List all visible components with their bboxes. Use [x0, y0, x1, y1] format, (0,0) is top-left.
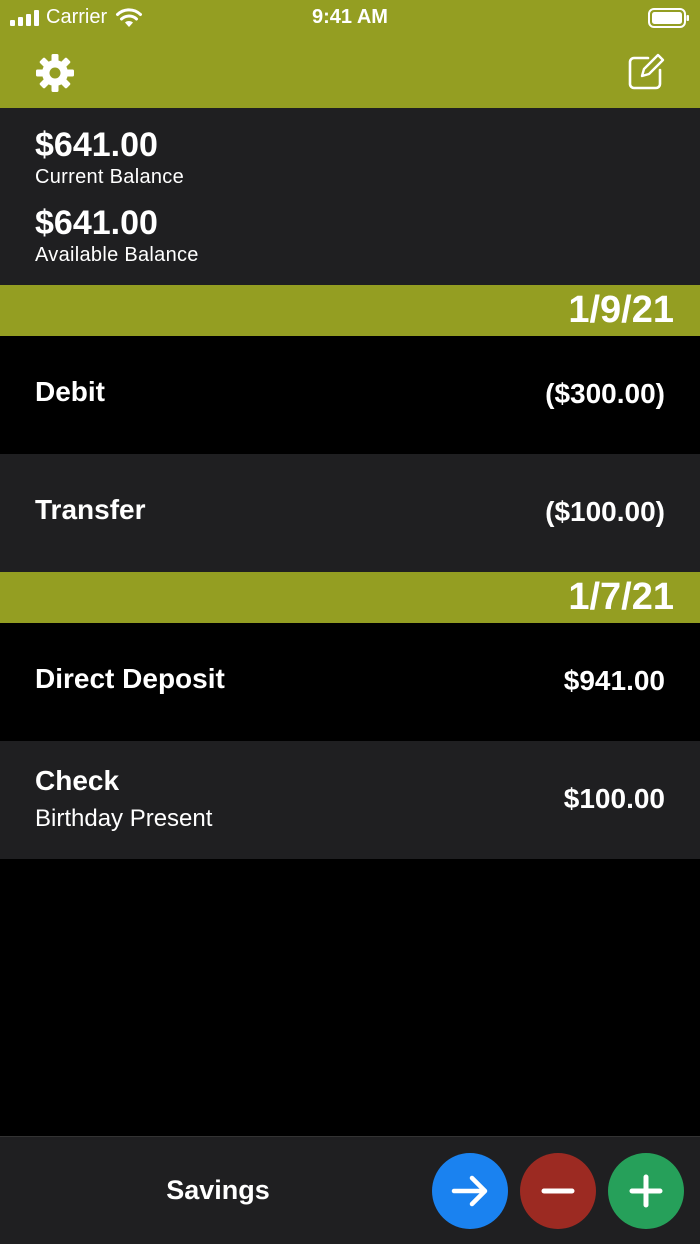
- transaction-amount: $100.00: [563, 783, 665, 814]
- transaction-title: Debit: [35, 376, 105, 407]
- navigation-bar: [0, 36, 700, 108]
- status-time: 9:41 AM: [312, 6, 388, 28]
- transaction-title: Transfer: [35, 494, 146, 525]
- transaction-memo: Birthday Present: [35, 805, 213, 832]
- transaction-title: Direct Deposit: [35, 663, 225, 694]
- add-credit-button[interactable]: [608, 1153, 684, 1229]
- transaction-row[interactable]: Check Birthday Present $100.00: [0, 741, 700, 859]
- transaction-amount: ($100.00): [545, 496, 665, 527]
- gear-icon[interactable]: [34, 52, 76, 94]
- section-date-header: 1/9/21: [0, 285, 700, 336]
- transaction-row[interactable]: Direct Deposit $941.00: [0, 623, 700, 741]
- arrow-right-icon: [451, 1175, 488, 1207]
- section-date-header: 1/7/21: [0, 572, 700, 623]
- available-balance-label: Available Balance: [35, 244, 199, 266]
- transaction-row[interactable]: Debit ($300.00): [0, 336, 700, 454]
- current-balance-amount: $641.00: [35, 126, 158, 164]
- current-balance-label: Current Balance: [35, 166, 185, 188]
- battery-icon: [648, 8, 689, 28]
- add-debit-button[interactable]: [520, 1153, 596, 1229]
- transaction-row[interactable]: Transfer ($100.00): [0, 454, 700, 572]
- transfer-button[interactable]: [432, 1153, 508, 1229]
- minus-icon: [541, 1188, 575, 1194]
- available-balance-amount: $641.00: [35, 204, 158, 242]
- section-date: 1/9/21: [568, 289, 674, 331]
- plus-icon: [629, 1174, 663, 1208]
- top-bar: Carrier 9:41 AM: [0, 0, 700, 108]
- bottom-toolbar: Savings: [0, 1136, 700, 1244]
- account-name[interactable]: Savings: [118, 1175, 318, 1206]
- transaction-amount: ($300.00): [545, 378, 665, 409]
- transaction-title: Check: [35, 765, 120, 796]
- section-date: 1/7/21: [568, 576, 674, 618]
- balance-summary: $641.00 Current Balance $641.00 Availabl…: [0, 108, 700, 285]
- transaction-amount: $941.00: [563, 665, 665, 696]
- status-bar: Carrier 9:41 AM: [0, 0, 700, 36]
- compose-icon[interactable]: [626, 52, 666, 92]
